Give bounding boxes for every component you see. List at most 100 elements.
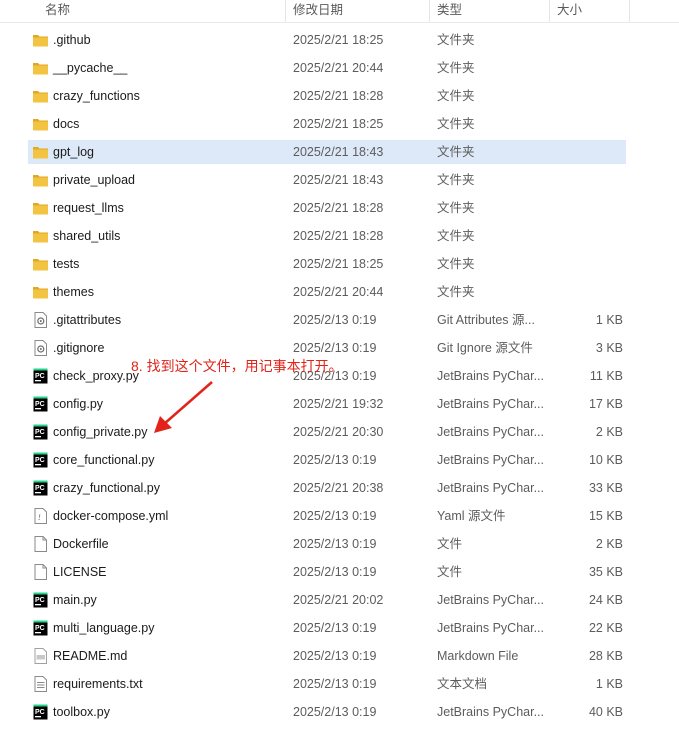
file-modified-date: 2025/2/13 0:19 [293,705,377,719]
file-size: 17 KB [588,397,623,411]
file-size: 2 KB [595,537,623,551]
folder-icon [32,88,49,104]
file-row[interactable]: themes 2025/2/21 20:44 文件夹 [28,280,626,304]
file-row[interactable]: shared_utils 2025/2/21 18:28 文件夹 [28,224,626,248]
file-size: 3 KB [595,341,623,355]
file-modified-date: 2025/2/21 18:28 [293,201,384,215]
file-name: __pycache__ [53,61,128,75]
svg-text:PC: PC [35,597,45,604]
file-row[interactable]: PC config_private.py 2025/2/21 20:30 JetBra… [28,420,626,444]
file-name: requirements.txt [53,677,143,691]
column-header-name-label: 名称 [45,3,71,17]
file-type: Yaml 源文件 [437,509,506,523]
folder-icon [32,284,49,300]
file-name: LICENSE [53,565,107,579]
file-modified-date: 2025/2/13 0:19 [293,313,377,327]
column-divider[interactable] [629,0,630,22]
folder-icon [32,172,49,188]
file-row[interactable]: __pycache__ 2025/2/21 20:44 文件夹 [28,56,626,80]
file-row[interactable]: requirements.txt 2025/2/13 0:19 文本文档 1 KB [28,672,626,696]
file-size: 28 KB [588,649,623,663]
git-file-icon [32,340,49,356]
svg-text:PC: PC [35,485,45,492]
annotation-text: 8. 找到这个文件，用记事本打开。 [131,358,343,374]
file-modified-date: 2025/2/13 0:19 [293,565,377,579]
file-size: 40 KB [588,705,623,719]
file-size: 22 KB [588,621,623,635]
file-name: tests [53,257,80,271]
file-modified-date: 2025/2/21 20:38 [293,481,384,495]
file-row[interactable]: PC multi_language.py 2025/2/13 0:19 JetBrai… [28,616,626,640]
file-row[interactable]: gpt_log 2025/2/21 18:43 文件夹 [28,140,626,164]
column-header-bar: 名称 修改日期 类型 大小 [0,0,679,23]
file-type: Markdown File [437,649,519,663]
folder-icon [32,200,49,216]
file-name: .github [53,33,91,47]
folder-icon [32,256,49,272]
file-row[interactable]: LICENSE 2025/2/13 0:19 文件 35 KB [28,560,626,584]
column-header-size[interactable]: 大小 [550,0,630,22]
file-type: JetBrains PyChar... [437,425,544,439]
file-row[interactable]: .gitattributes 2025/2/13 0:19 Git Attribut… [28,308,626,332]
folder-icon [32,116,49,132]
file-name: multi_language.py [53,621,155,635]
file-row[interactable]: PC core_functional.py 2025/2/13 0:19 JetBra… [28,448,626,472]
file-row[interactable]: PC crazy_functional.py 2025/2/21 20:38 JetB… [28,476,626,500]
blank-file-icon [32,564,49,580]
file-modified-date: 2025/2/21 20:44 [293,61,384,75]
file-row[interactable]: PC main.py 2025/2/21 20:02 JetBrains PyChar… [28,588,626,612]
file-name: crazy_functional.py [53,481,161,495]
column-header-type[interactable]: 类型 [430,0,550,22]
file-modified-date: 2025/2/21 19:32 [293,397,384,411]
file-row[interactable]: PC config.py 2025/2/21 19:32 JetBrains PyCh… [28,392,626,416]
file-row[interactable]: PC toolbox.py 2025/2/13 0:19 JetBrains PyCh… [28,700,626,724]
file-type: JetBrains PyChar... [437,369,544,383]
file-row[interactable]: ! docker-compose.yml 2025/2/13 0:19 Yaml 源文… [28,504,626,528]
file-name: docs [53,117,80,131]
file-type: JetBrains PyChar... [437,621,544,635]
folder-icon [32,144,49,160]
file-name: request_llms [53,201,124,215]
markdown-file-icon [32,648,49,664]
column-header-date[interactable]: 修改日期 [286,0,430,22]
file-name: config_private.py [53,425,148,439]
file-row[interactable]: docs 2025/2/21 18:25 文件夹 [28,112,626,136]
file-type: 文件 [437,565,463,579]
file-size: 24 KB [588,593,623,607]
folder-icon [32,60,49,76]
file-row[interactable]: tests 2025/2/21 18:25 文件夹 [28,252,626,276]
svg-text:!: ! [38,513,41,522]
pycharm-file-icon: PC [32,592,49,608]
file-name: docker-compose.yml [53,509,169,523]
git-file-icon [32,312,49,328]
file-row[interactable]: crazy_functions 2025/2/21 18:28 文件夹 [28,84,626,108]
file-type: 文件夹 [437,173,475,187]
file-name: private_upload [53,173,136,187]
file-modified-date: 2025/2/21 20:30 [293,425,384,439]
file-name: toolbox.py [53,705,110,719]
file-type: 文件夹 [437,201,475,215]
pycharm-file-icon: PC [32,424,49,440]
file-modified-date: 2025/2/21 18:28 [293,89,384,103]
folder-icon [32,32,49,48]
file-modified-date: 2025/2/21 18:28 [293,229,384,243]
file-modified-date: 2025/2/21 18:43 [293,145,384,159]
file-name: Dockerfile [53,537,109,551]
file-row[interactable]: .github 2025/2/21 18:25 文件夹 [28,28,626,52]
file-row[interactable]: Dockerfile 2025/2/13 0:19 文件 2 KB [28,532,626,556]
file-modified-date: 2025/2/21 20:44 [293,285,384,299]
file-modified-date: 2025/2/13 0:19 [293,677,377,691]
column-header-name[interactable]: 名称 [38,0,286,22]
file-row[interactable]: request_llms 2025/2/21 18:28 文件夹 [28,196,626,220]
file-type: 文件 [437,537,463,551]
file-type: 文件夹 [437,285,475,299]
file-type: Git Attributes 源... [437,313,535,327]
blank-file-icon [32,536,49,552]
file-type: 文件夹 [437,257,475,271]
file-size: 15 KB [588,509,623,523]
file-row[interactable]: private_upload 2025/2/21 18:43 文件夹 [28,168,626,192]
file-name: .gitignore [53,341,105,355]
file-row[interactable]: README.md 2025/2/13 0:19 Markdown File 28 K… [28,644,626,668]
pycharm-file-icon: PC [32,704,49,720]
pycharm-file-icon: PC [32,452,49,468]
